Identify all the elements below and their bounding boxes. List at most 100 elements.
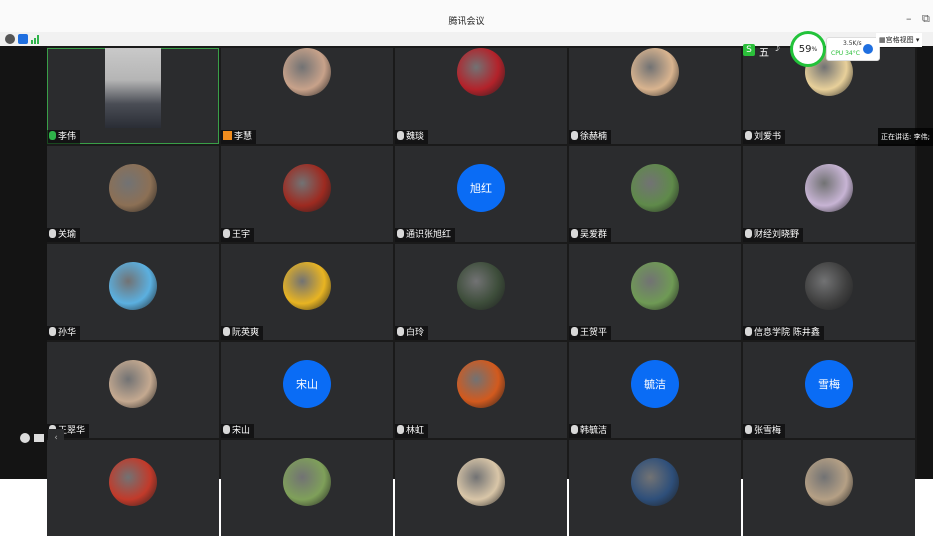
participant-name: 白玲 <box>395 326 429 340</box>
participant-name: 财经刘晓野 <box>743 228 804 242</box>
mic-muted-icon <box>223 229 230 238</box>
participant-tile[interactable]: 阮英爽 <box>221 244 393 340</box>
participant-name: 关瑜 <box>47 228 81 242</box>
view-toggle[interactable]: ▦宫格视图 ▾ <box>876 33 923 47</box>
participant-name: 孙华 <box>47 326 81 340</box>
participant-name-text: 魏琰 <box>406 132 425 142</box>
participant-name: 刘爱书 <box>743 130 786 144</box>
face-icon[interactable] <box>20 433 30 443</box>
mic-muted-icon <box>49 327 56 336</box>
mic-muted-icon <box>397 229 404 238</box>
participant-tile[interactable] <box>395 440 567 536</box>
restore-button[interactable]: ⧉ <box>922 12 930 26</box>
mic-muted-icon <box>571 229 578 238</box>
participant-tile[interactable]: 魏琰 <box>395 48 567 144</box>
mic-muted-icon <box>397 131 404 140</box>
avatar <box>631 48 679 96</box>
cpu-usage-ring[interactable]: 59% <box>790 31 826 67</box>
participant-name-text: 王贺平 <box>580 328 608 338</box>
participant-name: 王宇 <box>221 228 255 242</box>
window-title: 腾讯会议 <box>448 17 485 27</box>
cpu-percent: 59 <box>798 43 812 55</box>
speaking-indicator: 正在讲话: 李伟; <box>878 128 933 146</box>
participant-tile[interactable] <box>47 440 219 536</box>
participant-name: 李伟 <box>47 130 81 144</box>
avatar <box>283 262 331 310</box>
mic-muted-icon <box>49 229 56 238</box>
participant-name-text: 阮英爽 <box>232 328 260 338</box>
participant-name-text: 信息学院 陈井鑫 <box>754 328 820 338</box>
signal-icon[interactable] <box>31 34 41 44</box>
participant-tile[interactable]: 信息学院 陈井鑫 <box>743 244 915 340</box>
participant-tile[interactable]: 关瑜 <box>47 146 219 242</box>
participant-name-text: 宋山 <box>232 426 251 436</box>
participant-video <box>105 48 161 128</box>
ime-mode[interactable]: 五 <box>759 44 769 59</box>
avatar <box>457 360 505 408</box>
minimize-button[interactable]: – <box>906 12 912 25</box>
title-bar: 腾讯会议 – ⧉ <box>0 0 933 32</box>
participant-name-text: 徐赫楠 <box>580 132 608 142</box>
moon-icon[interactable]: ☽ <box>772 44 780 54</box>
participant-tile[interactable]: 旭红 通识张旭红 <box>395 146 567 242</box>
participant-name: 韩毓洁 <box>569 424 612 438</box>
mic-muted-icon <box>397 425 404 434</box>
participant-tile[interactable] <box>569 440 741 536</box>
mic-on-icon <box>49 131 56 140</box>
participant-tile[interactable]: 李伟 <box>47 48 219 144</box>
percent-sign: % <box>811 45 818 53</box>
avatar <box>805 458 853 506</box>
participant-name-text: 关瑜 <box>58 230 77 240</box>
mic-muted-icon <box>745 327 752 336</box>
avatar <box>283 164 331 212</box>
avatar <box>457 262 505 310</box>
participant-name: 通识张旭红 <box>395 228 456 242</box>
cpu-temp: CPU 34°C <box>831 50 860 57</box>
participant-tile[interactable]: 毓洁韩毓洁 <box>569 342 741 438</box>
shield-icon[interactable] <box>18 34 28 44</box>
mic-muted-icon <box>745 425 752 434</box>
mic-muted-icon <box>745 131 752 140</box>
participant-tile[interactable]: 财经刘晓野 <box>743 146 915 242</box>
mic-muted-icon <box>571 425 578 434</box>
participant-name-text: 林虹 <box>406 426 425 436</box>
mic-muted-icon <box>223 425 230 434</box>
participant-tile[interactable]: 宋山 宋山 <box>221 342 393 438</box>
participant-name: 徐赫楠 <box>569 130 612 144</box>
participant-tile[interactable]: 吴爱群 <box>569 146 741 242</box>
participant-tile[interactable]: 徐赫楠 <box>569 48 741 144</box>
participant-tile[interactable]: 王贺平 <box>569 244 741 340</box>
chat-icon[interactable] <box>34 434 44 442</box>
participant-tile[interactable]: 孙华 <box>47 244 219 340</box>
participant-tile[interactable]: 王宇 <box>221 146 393 242</box>
participant-name-text: 韩毓洁 <box>580 426 608 436</box>
host-icon <box>223 131 232 140</box>
participant-tile[interactable]: 李慧 <box>221 48 393 144</box>
participant-name: 魏琰 <box>395 130 429 144</box>
participant-tile[interactable] <box>221 440 393 536</box>
avatar-initials: 毓洁 <box>631 360 679 408</box>
participant-tile[interactable]: 王翠华 <box>47 342 219 438</box>
avatar <box>631 458 679 506</box>
mic-muted-icon <box>745 229 752 238</box>
participant-tile[interactable] <box>743 440 915 536</box>
avatar <box>805 262 853 310</box>
participant-name-text: 刘爱书 <box>754 132 782 142</box>
participant-tile[interactable]: 林虹 <box>395 342 567 438</box>
participant-tile[interactable]: 白玲 <box>395 244 567 340</box>
avatar-initials: 宋山 <box>283 360 331 408</box>
participant-tile[interactable]: 雪梅张雪梅 <box>743 342 915 438</box>
rocket-icon[interactable] <box>863 44 873 54</box>
avatar <box>109 262 157 310</box>
participant-name-text: 李慧 <box>234 132 253 142</box>
collapse-left-button[interactable]: ‹ <box>48 429 64 447</box>
participant-name-text: 通识张旭红 <box>406 230 452 240</box>
participant-name-text: 张雪梅 <box>754 426 782 436</box>
avatar <box>283 48 331 96</box>
avatar-initials: 雪梅 <box>805 360 853 408</box>
mic-muted-icon <box>223 327 230 336</box>
avatar <box>805 164 853 212</box>
participant-name: 吴爱群 <box>569 228 612 242</box>
sogou-ime-icon[interactable]: S <box>743 44 755 56</box>
info-icon[interactable] <box>5 34 15 44</box>
